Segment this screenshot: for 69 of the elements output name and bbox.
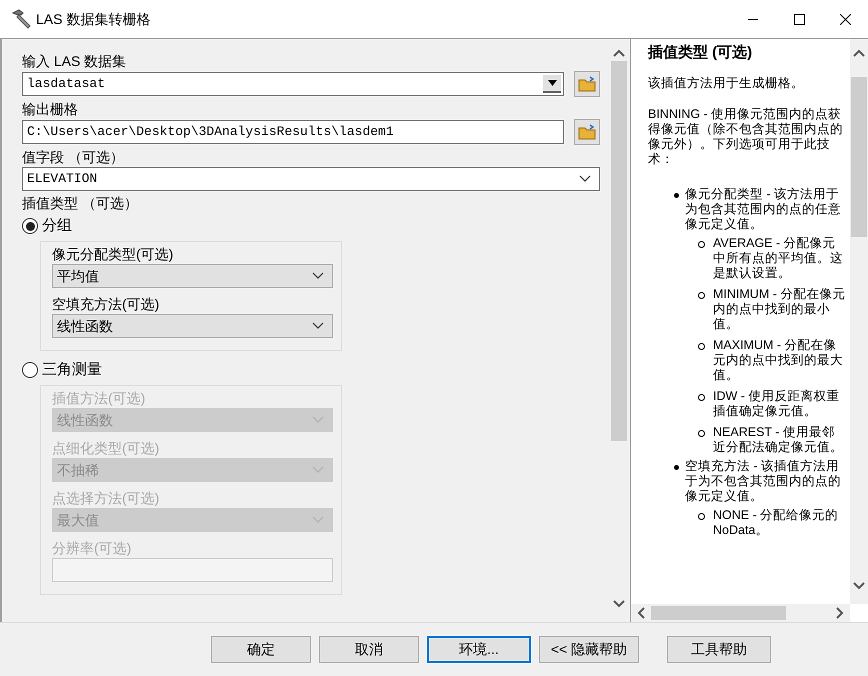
bullet-icon bbox=[674, 465, 679, 470]
dialog-button[interactable]: 确定 bbox=[211, 636, 311, 663]
maximize-icon bbox=[794, 14, 804, 24]
field-label: 空填充方法(可选) bbox=[52, 295, 160, 314]
option-dropdown[interactable]: 平均值 bbox=[52, 264, 333, 288]
field-label: 输入 LAS 数据集 bbox=[22, 52, 128, 71]
circle-bullet-icon bbox=[698, 430, 705, 437]
value-field-dropdown[interactable]: ELEVATION bbox=[22, 167, 600, 191]
field-label: 点选择方法(可选) bbox=[52, 489, 160, 508]
scroll-up-icon bbox=[613, 49, 625, 57]
help-list-item: NEAREST - 使用最邻近分配法确定像元值。 bbox=[713, 425, 844, 455]
circle-bullet-icon bbox=[698, 513, 705, 520]
dialog-button[interactable]: 工具帮助 bbox=[667, 636, 771, 663]
radio-button[interactable] bbox=[22, 362, 38, 378]
chevron-down-icon bbox=[312, 272, 324, 280]
scroll-down-icon bbox=[613, 600, 625, 608]
field-label: 插值方法(可选) bbox=[52, 389, 146, 408]
chevron-down-icon bbox=[579, 175, 591, 183]
horizontal-scrollbar[interactable] bbox=[631, 604, 850, 622]
minimize-icon bbox=[748, 18, 758, 20]
chevron-down-icon bbox=[312, 516, 324, 524]
scroll-thumb[interactable] bbox=[651, 606, 786, 620]
field-label: 像元分配类型(可选) bbox=[52, 245, 174, 264]
output-path-field[interactable]: C:\Users\acer\Desktop\3DAnalysisResults\lasdem1 bbox=[22, 120, 564, 144]
dialog-button[interactable]: << 隐藏帮助 bbox=[539, 636, 639, 663]
hammer-icon bbox=[10, 8, 32, 30]
option-dropdown[interactable]: 线性函数 bbox=[52, 314, 333, 338]
dataset-dropdown[interactable]: lasdatasat bbox=[22, 72, 564, 96]
help-title: 插值类型 (可选) bbox=[648, 45, 754, 60]
help-paragraph: BINNING - 使用像元范围内的点获得像元值（除不包含其范围内点的像元外）。下列选项可用于此技术： bbox=[648, 107, 844, 167]
close-icon bbox=[840, 14, 850, 24]
field-label: 值字段 （可选） bbox=[22, 148, 125, 167]
help-paragraph: 该插值方法用于生成栅格。 bbox=[648, 76, 805, 91]
scroll-right-icon bbox=[836, 607, 844, 619]
help-list-item: IDW - 使用反距离权重插值确定像元值。 bbox=[713, 389, 840, 419]
radio-button[interactable] bbox=[22, 218, 38, 234]
chevron-down-icon bbox=[312, 322, 324, 330]
help-list-item: MAXIMUM - 分配在像元内的点中找到的最大值。 bbox=[713, 338, 844, 383]
circle-bullet-icon bbox=[698, 343, 705, 350]
dialog-button[interactable]: 环境... bbox=[427, 636, 531, 663]
radio-option[interactable]: 分组 bbox=[22, 215, 600, 237]
help-list-item: MINIMUM - 分配在像元内的点中找到的最小值。 bbox=[713, 287, 846, 332]
field-label: 点细化类型(可选) bbox=[52, 439, 160, 458]
chevron-down-icon bbox=[312, 416, 324, 424]
folder-icon bbox=[578, 124, 596, 140]
browse-button[interactable] bbox=[574, 119, 600, 145]
help-list-item: 像元分配类型 - 该方法用于为包含其范围内的点的任意像元定义值。 bbox=[685, 187, 842, 232]
field-label: 插值类型 （可选） bbox=[22, 194, 139, 213]
scrollbar[interactable] bbox=[850, 39, 868, 604]
scroll-thumb[interactable] bbox=[851, 77, 867, 237]
scroll-down-icon bbox=[853, 582, 865, 590]
bullet-icon bbox=[674, 193, 679, 198]
circle-bullet-icon bbox=[698, 394, 705, 401]
circle-bullet-icon bbox=[698, 292, 705, 299]
help-list-item: NONE - 分配给像元的 NoData。 bbox=[713, 508, 840, 538]
browse-button[interactable] bbox=[574, 71, 600, 97]
chevron-down-icon bbox=[312, 466, 324, 474]
radio-option[interactable]: 三角测量 bbox=[22, 359, 600, 381]
help-list-item: 空填充方法 - 该插值方法用于为不包含其范围内的点的像元定义值。 bbox=[685, 459, 842, 504]
window-title: LAS 数据集转栅格 bbox=[36, 10, 150, 28]
scroll-up-icon bbox=[853, 49, 865, 57]
field-label: 输出栅格 bbox=[22, 100, 79, 119]
help-list-item: AVERAGE - 分配像元中所有点的平均值。这是默认设置。 bbox=[713, 236, 844, 281]
dialog-button[interactable]: 取消 bbox=[319, 636, 419, 663]
folder-icon bbox=[578, 76, 596, 92]
scroll-left-icon bbox=[637, 607, 645, 619]
field-label: 分辨率(可选) bbox=[52, 539, 132, 558]
circle-bullet-icon bbox=[698, 241, 705, 248]
scroll-thumb[interactable] bbox=[611, 61, 627, 441]
